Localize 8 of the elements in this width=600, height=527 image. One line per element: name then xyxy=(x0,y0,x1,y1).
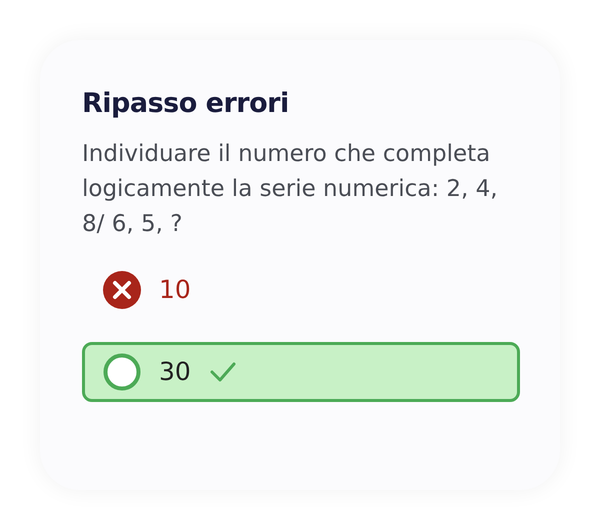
question-text: Individuare il numero che completa logicamente la serie numerica: 2, 4, 8/ 6, 5, ? xyxy=(82,140,499,239)
correct-answer-option[interactable]: 30 xyxy=(82,342,520,402)
check-icon xyxy=(208,360,237,383)
card-title: Ripasso errori xyxy=(82,87,290,121)
wrong-answer-icon[interactable] xyxy=(103,270,141,309)
answer-label: 10 xyxy=(159,274,191,306)
answer-label: 30 xyxy=(159,356,191,388)
radio-button[interactable] xyxy=(103,352,141,391)
